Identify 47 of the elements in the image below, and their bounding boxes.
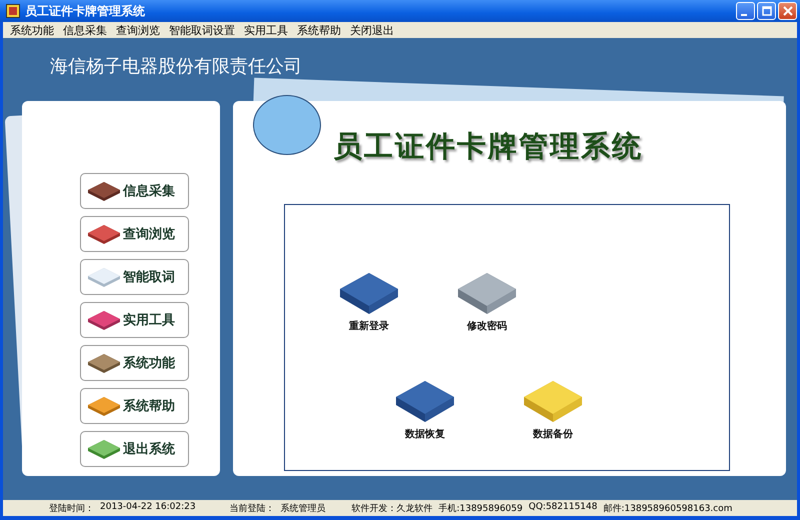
window-title: 员工证件卡牌管理系统 xyxy=(25,2,145,20)
nav-button[interactable]: 退出系统 xyxy=(80,431,189,467)
shortcut-item[interactable]: 修改密码 xyxy=(453,269,521,333)
tile-icon xyxy=(87,223,121,245)
status-label: 当前登陆： xyxy=(230,502,275,514)
shortcut-label: 修改密码 xyxy=(467,320,507,333)
tile-icon xyxy=(87,352,121,374)
nav-button[interactable]: 实用工具 xyxy=(80,302,189,338)
menu-item[interactable]: 查询浏览 xyxy=(113,22,166,38)
nav-button[interactable]: 系统帮助 xyxy=(80,388,189,424)
nav-button[interactable]: 查询浏览 xyxy=(80,216,189,252)
menu-item[interactable]: 智能取词设置 xyxy=(166,22,241,38)
tile-icon xyxy=(87,395,121,417)
nav-button[interactable]: 信息采集 xyxy=(80,173,189,209)
minimize-icon xyxy=(741,14,747,16)
nav-button[interactable]: 系统功能 xyxy=(80,345,189,381)
shortcut-label: 数据恢复 xyxy=(405,428,445,441)
close-icon xyxy=(782,6,792,16)
tile-icon xyxy=(87,309,121,331)
shortcut-item[interactable]: 数据备份 xyxy=(519,377,587,441)
tile-icon xyxy=(87,438,121,460)
status-value: 2013-04-22 16:02:23 xyxy=(100,502,196,514)
tile-icon xyxy=(87,266,121,288)
maximize-icon xyxy=(762,6,772,16)
shortcut-label: 数据备份 xyxy=(533,428,573,441)
minimize-button[interactable] xyxy=(736,2,755,20)
close-button[interactable] xyxy=(778,2,797,20)
banner-title: 员工证件卡牌管理系统 xyxy=(333,128,643,165)
tile-icon xyxy=(87,180,121,202)
status-label: 软件开发：久龙软件 xyxy=(352,502,433,514)
status-label: QQ:582115148 xyxy=(528,502,598,514)
shortcut-label: 重新登录 xyxy=(349,319,389,333)
company-name: 海信杨子电器股份有限责任公司 xyxy=(50,55,303,78)
shortcut-item[interactable]: 数据恢复 xyxy=(391,377,459,441)
status-value: 系统管理员 xyxy=(280,502,326,514)
menu-item[interactable]: 关闭退出 xyxy=(347,22,400,38)
maximize-button[interactable] xyxy=(757,2,776,20)
menu-item[interactable]: 系统功能 xyxy=(7,22,60,38)
shortcut-item[interactable]: 重新登录 xyxy=(335,269,403,333)
status-value: 手机:13895896059 xyxy=(438,502,523,514)
nav-button[interactable]: 智能取词 xyxy=(80,259,189,295)
menu-item[interactable]: 信息采集 xyxy=(60,22,113,38)
menu-item[interactable]: 实用工具 xyxy=(241,22,294,38)
status-label: 登陆时间： xyxy=(49,502,94,514)
status-value: 邮件:138958960598163.com xyxy=(603,502,732,514)
menu-item[interactable]: 系统帮助 xyxy=(294,22,347,38)
app-icon xyxy=(6,4,20,18)
